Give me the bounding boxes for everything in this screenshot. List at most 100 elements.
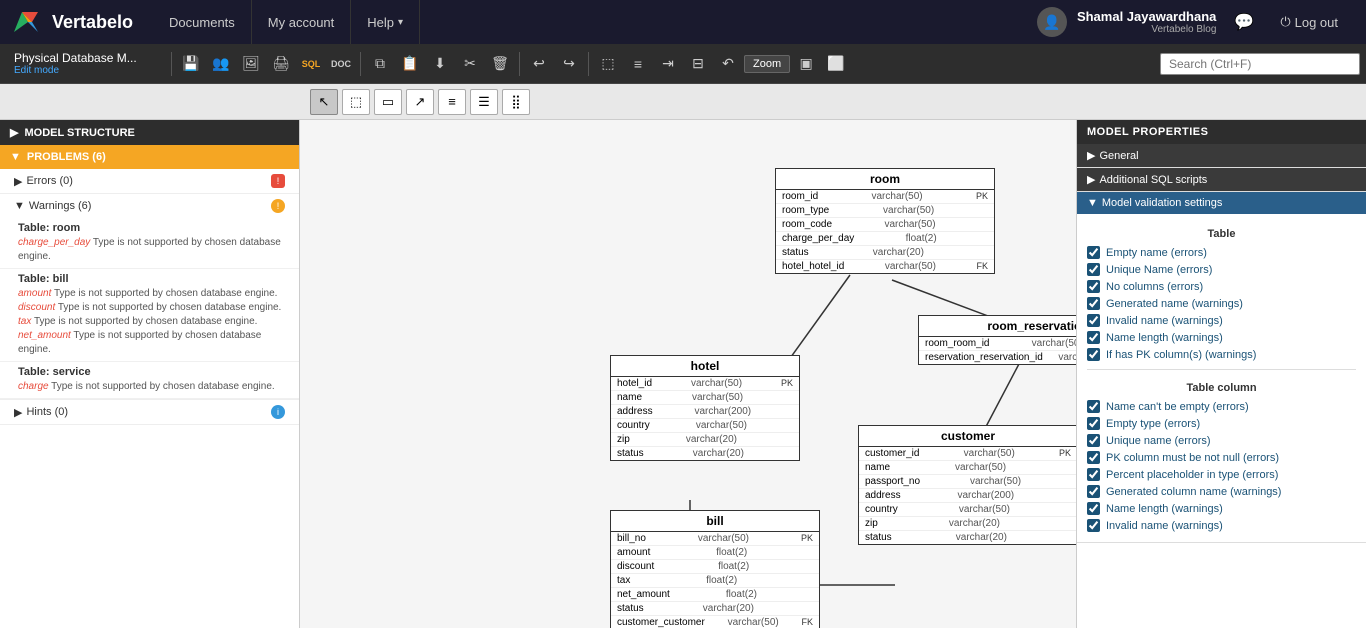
align-left-button[interactable]: ≡ — [624, 50, 652, 78]
user-sub: Vertabelo Blog — [1077, 24, 1216, 35]
search-input[interactable] — [1160, 53, 1360, 75]
select-tool[interactable]: ↖ — [310, 89, 338, 115]
table-row: customer_customervarchar(50)FK — [611, 616, 819, 628]
arrow-down-icon: ▼ — [1087, 197, 1098, 209]
check-col-percent: Percent placeholder in type (errors) — [1087, 466, 1356, 483]
zoom-button[interactable]: Zoom — [744, 55, 790, 73]
rotate-button[interactable]: ↶ — [714, 50, 742, 78]
logout-button[interactable]: ⏻ Log out — [1272, 10, 1346, 34]
additional-sql-header[interactable]: ▶ Additional SQL scripts — [1077, 168, 1366, 191]
sql-button[interactable]: SQL — [297, 50, 325, 78]
table-tool[interactable]: ▭ — [374, 89, 402, 115]
table-room-reservation[interactable]: room_reservation room_room_idvarchar(50)… — [918, 315, 1076, 365]
table-row: hotel_hotel_idvarchar(50)FK — [776, 260, 994, 273]
canvas[interactable]: room room_idvarchar(50)PK room_typevarch… — [300, 120, 1076, 628]
copy-button[interactable]: ⧉ — [366, 50, 394, 78]
save-button[interactable]: 💾 — [177, 50, 205, 78]
check-empty-name-input[interactable] — [1087, 246, 1100, 259]
table-room[interactable]: room room_idvarchar(50)PK room_typevarch… — [775, 168, 995, 274]
connector-tool[interactable]: ↗ — [406, 89, 434, 115]
image-button[interactable]: 🖼 — [237, 50, 265, 78]
model-structure-header[interactable]: ▶ MODEL STRUCTURE — [0, 120, 299, 145]
table-room-reservation-header: room_reservation — [919, 316, 1076, 337]
import-button[interactable]: ⬇ — [426, 50, 454, 78]
user-area: 👤 Shamal Jayawardhana Vertabelo Blog 💬 ⏻… — [1037, 7, 1356, 37]
table-row: countryvarchar(50) — [611, 419, 799, 433]
table-bill[interactable]: bill bill_novarchar(50)PK amountfloat(2)… — [610, 510, 820, 628]
check-pk-column-input[interactable] — [1087, 348, 1100, 361]
arrow-right-icon-2: ▶ — [1087, 173, 1095, 186]
delete-button[interactable]: 🗑 — [486, 50, 514, 78]
undo-button[interactable]: ↩ — [525, 50, 553, 78]
vertabelo-logo-icon — [10, 4, 46, 40]
check-pk-column: If has PK column(s) (warnings) — [1087, 346, 1356, 363]
logo: Vertabelo — [10, 4, 133, 40]
users-button[interactable]: 👥 — [207, 50, 235, 78]
check-col-generated-name-input[interactable] — [1087, 485, 1100, 498]
warnings-header[interactable]: ▼ Warnings (6) ! — [0, 194, 299, 218]
check-name-length-input[interactable] — [1087, 331, 1100, 344]
table-row: addressvarchar(200) — [859, 489, 1076, 503]
user-name: Shamal Jayawardhana — [1077, 9, 1216, 24]
check-col-unique-name-input[interactable] — [1087, 434, 1100, 447]
table-row: statusvarchar(20) — [611, 447, 799, 460]
table-row: charge_per_dayfloat(2) — [776, 232, 994, 246]
note-tool[interactable]: ☰ — [470, 89, 498, 115]
model-validation-header[interactable]: ▼ Model validation settings — [1077, 192, 1366, 214]
messages-button[interactable]: 💬 — [1226, 8, 1262, 36]
rect-select-tool[interactable]: ⬚ — [342, 89, 370, 115]
table-room-item: Table: room charge_per_day Type is not s… — [0, 218, 299, 269]
right-panel: MODEL PROPERTIES ▶ General ▶ Additional … — [1076, 120, 1366, 628]
table-customer[interactable]: customer customer_idvarchar(50)PK nameva… — [858, 425, 1076, 545]
canvas-toolbar: ↖ ⬚ ▭ ↗ ≡ ☰ ⣿ — [0, 84, 1366, 120]
text-tool[interactable]: ≡ — [438, 89, 466, 115]
check-unique-name-input[interactable] — [1087, 263, 1100, 276]
select-button[interactable]: ⬚ — [594, 50, 622, 78]
check-empty-name: Empty name (errors) — [1087, 244, 1356, 261]
check-generated-name-input[interactable] — [1087, 297, 1100, 310]
table-row: room_typevarchar(50) — [776, 204, 994, 218]
errors-header[interactable]: ▶ Errors (0) ! — [0, 169, 299, 193]
relation-tool[interactable]: ⣿ — [502, 89, 530, 115]
print-button[interactable]: 🖨 — [267, 50, 295, 78]
hints-header[interactable]: ▶ Hints (0) i — [0, 400, 299, 424]
cut-button[interactable]: ✂ — [456, 50, 484, 78]
view1-button[interactable]: ▣ — [792, 50, 820, 78]
align-right-button[interactable]: ⇥ — [654, 50, 682, 78]
check-invalid-name-input[interactable] — [1087, 314, 1100, 327]
distribute-button[interactable]: ⊟ — [684, 50, 712, 78]
check-col-percent-input[interactable] — [1087, 468, 1100, 481]
nav-documents[interactable]: Documents — [153, 0, 252, 44]
arrow-right-icon: ▶ — [1087, 149, 1095, 162]
table-row: passport_novarchar(50) — [859, 475, 1076, 489]
column-group-label: Table column — [1087, 376, 1356, 398]
check-col-pk-notnull-input[interactable] — [1087, 451, 1100, 464]
table-room-desc: charge_per_day Type is not supported by … — [18, 236, 289, 264]
check-col-name-length-input[interactable] — [1087, 502, 1100, 515]
table-row: discountfloat(2) — [611, 560, 819, 574]
check-no-columns-input[interactable] — [1087, 280, 1100, 293]
check-col-empty-name-input[interactable] — [1087, 400, 1100, 413]
table-row: reservation_reservation_idvarchar(50)PK … — [919, 351, 1076, 364]
problems-header[interactable]: ▼ PROBLEMS (6) — [0, 145, 299, 169]
table-row: namevarchar(50) — [859, 461, 1076, 475]
check-col-invalid-name-input[interactable] — [1087, 519, 1100, 532]
user-info: Shamal Jayawardhana Vertabelo Blog — [1077, 9, 1216, 35]
top-navigation: Vertabelo Documents My account Help ▾ 👤 … — [0, 0, 1366, 44]
nav-help[interactable]: Help ▾ — [351, 0, 420, 44]
table-hotel[interactable]: hotel hotel_idvarchar(50)PK namevarchar(… — [610, 355, 800, 461]
nav-my-account[interactable]: My account — [252, 0, 351, 44]
redo-button[interactable]: ↪ — [555, 50, 583, 78]
doc-button[interactable]: DOC — [327, 50, 355, 78]
table-row: statusvarchar(20) — [776, 246, 994, 260]
paste-button[interactable]: 📋 — [396, 50, 424, 78]
check-col-name-length: Name length (warnings) — [1087, 500, 1356, 517]
table-group-label: Table — [1087, 222, 1356, 244]
view2-button[interactable]: ⬜ — [822, 50, 850, 78]
divider — [1087, 369, 1356, 370]
check-col-empty-type-input[interactable] — [1087, 417, 1100, 430]
table-customer-header: customer — [859, 426, 1076, 447]
general-section-header[interactable]: ▶ General — [1077, 144, 1366, 167]
toolbar-separator — [171, 52, 172, 76]
hints-badge: i — [271, 405, 285, 419]
